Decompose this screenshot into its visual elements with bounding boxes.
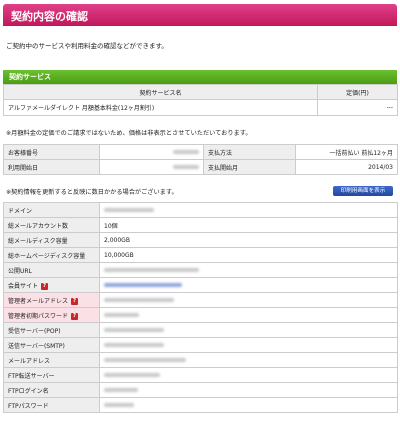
question-icon[interactable]: ?	[41, 282, 49, 290]
detail-value	[99, 367, 398, 383]
member-site-link[interactable]	[104, 283, 182, 287]
detail-label-text: 公開URL	[8, 267, 32, 275]
services-header-name: 契約サービス名	[3, 84, 318, 100]
detail-label: 総メールディスク容量	[3, 232, 100, 248]
table-row: FTPパスワード	[3, 397, 398, 413]
detail-label: 公開URL	[3, 262, 100, 278]
services-section-header: 契約サービス	[3, 70, 397, 84]
redacted-value	[104, 358, 186, 362]
redacted-value	[104, 268, 199, 272]
detail-label-text: FTPログイン名	[8, 387, 49, 395]
question-icon[interactable]: ?	[71, 297, 79, 305]
detail-label: 総ホームページディスク容量	[3, 247, 100, 263]
payment-start-label: 支払開始月	[203, 159, 296, 175]
table-row: アルファメールダイレクト 月額基本料金(12ヶ月割引) ---	[3, 99, 398, 116]
service-price: ---	[317, 99, 398, 116]
detail-label: 管理者初期パスワード?	[3, 307, 100, 323]
detail-value	[99, 307, 398, 323]
detail-value	[99, 262, 398, 278]
intro-text: ご契約中のサービスや利用料金の確認などができます。	[6, 42, 168, 50]
table-row: FTP転送サーバー	[3, 367, 398, 383]
table-row: 会員サイト?	[3, 277, 398, 293]
page-title-bar: 契約内容の確認	[3, 4, 397, 26]
detail-label: FTP転送サーバー	[3, 367, 100, 383]
detail-label: 送信サーバー(SMTP)	[3, 337, 100, 353]
table-row: 総メールアカウント数 10個	[3, 217, 398, 233]
detail-label-text: 会員サイト	[8, 282, 39, 290]
payment-method-label: 支払方法	[203, 144, 296, 160]
table-row: 総ホームページディスク容量 10,000GB	[3, 247, 398, 263]
detail-value	[99, 292, 398, 308]
detail-label-text: 管理者初期パスワード	[8, 312, 69, 320]
table-row: ドメイン	[3, 202, 398, 218]
print-view-button[interactable]: 印刷用画面を表示	[333, 186, 393, 196]
redacted-value	[104, 313, 139, 317]
start-date-value	[99, 159, 204, 175]
detail-value: 10個	[99, 217, 398, 233]
detail-label: 総メールアカウント数	[3, 217, 100, 233]
table-row: メールアドレス	[3, 352, 398, 368]
table-row: 公開URL	[3, 262, 398, 278]
customer-number-value	[99, 144, 204, 160]
detail-label: ドメイン	[3, 202, 100, 218]
detail-label: 管理者メールアドレス?	[3, 292, 100, 308]
details-table: ドメイン 総メールアカウント数 10個 総メールディスク容量 2,000GB 総ホームペー…	[3, 202, 398, 413]
table-row: FTPログイン名	[3, 382, 398, 398]
payment-start-value: 2014/03	[295, 159, 398, 175]
table-row: 総メールディスク容量 2,000GB	[3, 232, 398, 248]
detail-label-text: ドメイン	[8, 207, 33, 215]
question-icon[interactable]: ?	[71, 312, 79, 320]
detail-label-text: メールアドレス	[8, 357, 51, 365]
detail-value	[99, 352, 398, 368]
detail-value	[99, 322, 398, 338]
detail-label: 会員サイト?	[3, 277, 100, 293]
page-title: 契約内容の確認	[11, 10, 88, 23]
detail-value: 2,000GB	[99, 232, 398, 248]
redacted-value	[104, 328, 164, 332]
detail-label-text: 総メールディスク容量	[8, 237, 68, 245]
detail-value	[99, 397, 398, 413]
redacted-value	[104, 343, 164, 347]
detail-label-text: 送信サーバー(SMTP)	[8, 342, 65, 350]
redacted-value	[104, 373, 160, 377]
detail-value[interactable]	[99, 277, 398, 293]
customer-table: お客様番号 支払方法 一括前払い 前払12ヶ月 利用開始日 支払開始月 2014…	[3, 144, 398, 175]
detail-label-text: 管理者メールアドレス	[8, 297, 69, 305]
payment-method-value: 一括前払い 前払12ヶ月	[295, 144, 398, 160]
detail-value	[99, 337, 398, 353]
table-row: 管理者初期パスワード?	[3, 307, 398, 323]
price-notice: ※月額料金の定価でのご請求ではないため、価格は非表示とさせていただいております。	[6, 130, 252, 137]
detail-label: 受信サーバー(POP)	[3, 322, 100, 338]
services-section-title: 契約サービス	[9, 73, 51, 81]
table-row: 受信サーバー(POP)	[3, 322, 398, 338]
services-table: 契約サービス名 定価(円) アルファメールダイレクト 月額基本料金(12ヶ月割引…	[3, 84, 398, 116]
detail-value	[99, 202, 398, 218]
services-header-price: 定価(円)	[317, 84, 398, 100]
detail-value: 10,000GB	[99, 247, 398, 263]
customer-number-label: お客様番号	[3, 144, 100, 160]
redacted-value	[104, 298, 174, 302]
service-name: アルファメールダイレクト 月額基本料金(12ヶ月割引)	[3, 99, 318, 116]
detail-label-text: FTP転送サーバー	[8, 372, 55, 380]
detail-label-text: 総メールアカウント数	[8, 222, 69, 230]
detail-label: FTPパスワード	[3, 397, 100, 413]
detail-label-text: 受信サーバー(POP)	[8, 327, 61, 335]
redacted-value	[104, 208, 154, 212]
detail-label-text: FTPパスワード	[8, 402, 49, 410]
start-date-label: 利用開始日	[3, 159, 100, 175]
redacted-value	[104, 388, 138, 392]
table-row: 管理者メールアドレス?	[3, 292, 398, 308]
detail-label: FTPログイン名	[3, 382, 100, 398]
table-row: 送信サーバー(SMTP)	[3, 337, 398, 353]
detail-label-text: 総ホームページディスク容量	[8, 252, 86, 260]
redacted-value	[104, 403, 134, 407]
detail-label: メールアドレス	[3, 352, 100, 368]
detail-value	[99, 382, 398, 398]
update-notice: ※契約情報を更新すると反映に数日かかる場合がございます。	[6, 189, 178, 196]
